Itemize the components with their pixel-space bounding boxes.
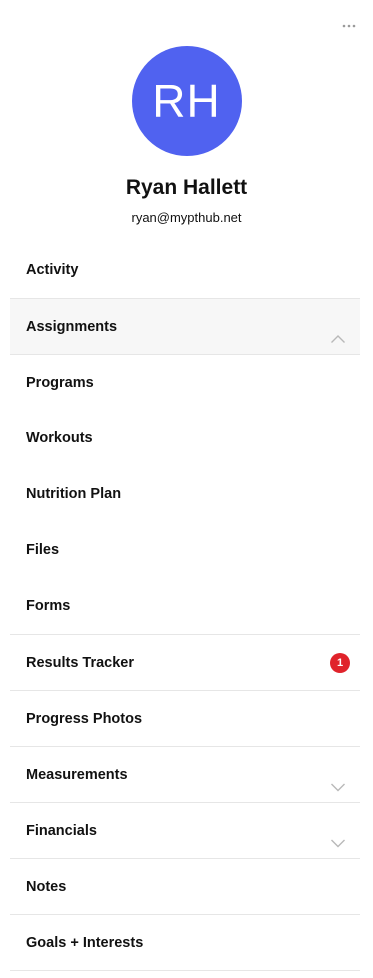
more-horizontal-icon (342, 24, 356, 28)
client-menu: Activity Assignments Programs Workouts N… (10, 242, 360, 971)
menu-item-goals-interests[interactable]: Goals + Interests (10, 914, 360, 970)
client-name: Ryan Hallett (125, 176, 248, 199)
avatar-initials: RH (152, 75, 221, 127)
client-email: ryan@mypthub.net (131, 210, 242, 225)
menu-item-programs[interactable]: Programs (10, 354, 360, 410)
menu-item-label: Progress Photos (26, 710, 143, 727)
menu-item-label: Assignments (26, 318, 118, 335)
menu-item-label: Goals + Interests (26, 934, 144, 951)
menu-item-label: Programs (26, 374, 94, 391)
menu-item-label: Nutrition Plan (26, 486, 122, 502)
menu-item-label: Results Tracker (26, 654, 135, 671)
menu-item-nutrition-plan[interactable]: Nutrition Plan (10, 466, 360, 522)
menu-item-activity[interactable]: Activity (10, 242, 360, 298)
chevron-down-icon (330, 782, 346, 792)
menu-item-label: Workouts (26, 430, 93, 446)
menu-item-progress-photos[interactable]: Progress Photos (10, 690, 360, 746)
menu-item-label: Notes (26, 878, 67, 895)
chevron-up-icon (330, 334, 346, 344)
menu-item-label: Forms (26, 598, 71, 614)
menu-item-measurements[interactable]: Measurements (10, 746, 360, 802)
avatar[interactable]: RH (131, 46, 242, 156)
more-options-button[interactable] (339, 16, 359, 36)
profile-header: RH Ryan Hallett ryan@mypthub.net (0, 46, 373, 226)
menu-item-financials[interactable]: Financials (10, 802, 360, 858)
menu-item-label: Financials (26, 822, 97, 839)
menu-item-results-tracker[interactable]: Results Tracker 1 (10, 634, 360, 690)
menu-item-label: Files (26, 542, 60, 558)
menu-item-label: Measurements (26, 766, 128, 783)
menu-item-notes[interactable]: Notes (10, 858, 360, 914)
notification-badge: 1 (330, 652, 350, 673)
menu-divider (10, 970, 360, 971)
menu-item-forms[interactable]: Forms (10, 578, 360, 634)
menu-item-files[interactable]: Files (10, 522, 360, 578)
chevron-down-icon (330, 838, 346, 848)
menu-item-assignments[interactable]: Assignments (10, 298, 360, 354)
menu-item-workouts[interactable]: Workouts (10, 410, 360, 466)
menu-item-label: Activity (26, 262, 79, 278)
